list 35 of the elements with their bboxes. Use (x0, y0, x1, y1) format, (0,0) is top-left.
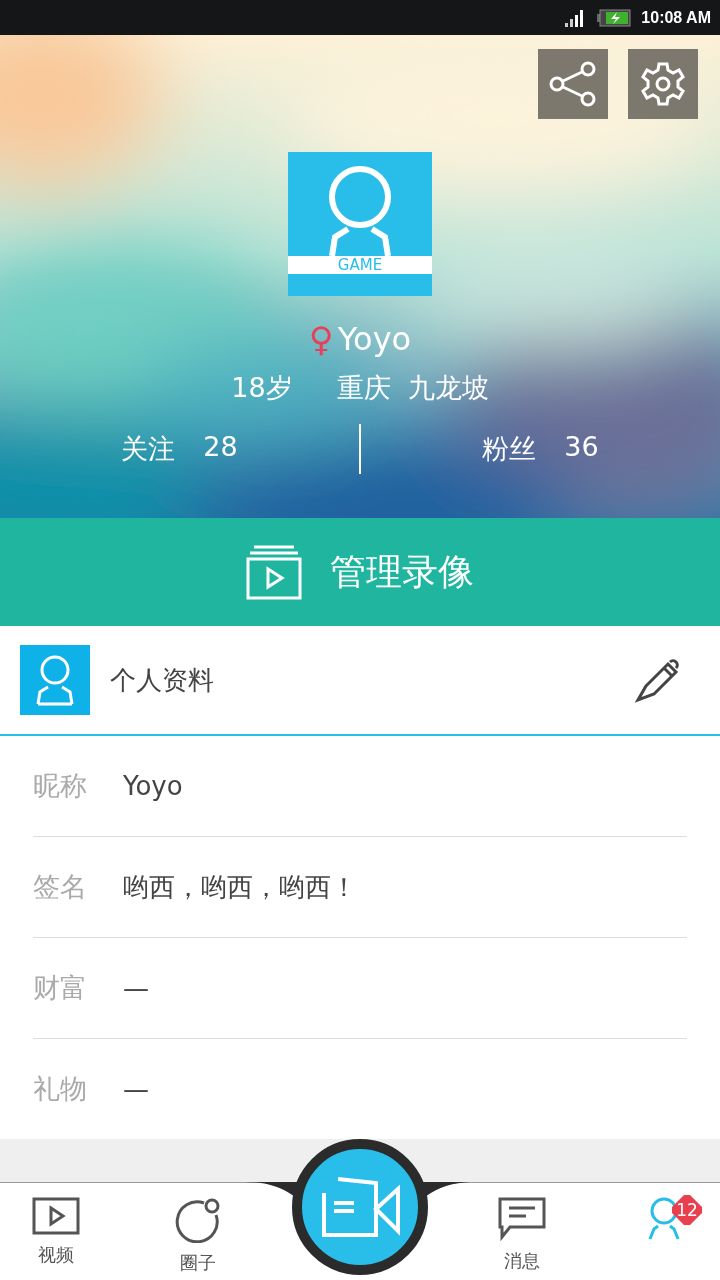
stat-label[interactable]: 关注 (121, 431, 176, 467)
age-text: 18岁 (231, 371, 293, 405)
battery-icon (597, 8, 632, 27)
field-value: Yoyo (123, 771, 183, 801)
user-name: Yoyo (337, 320, 412, 358)
location-text: 重庆 九龙坡 (336, 371, 489, 405)
profile-icon (20, 645, 90, 715)
circle-icon (174, 1197, 222, 1243)
stat-label[interactable]: 粉丝 (482, 431, 537, 467)
settings-button[interactable] (628, 49, 698, 119)
avatar-caption: GAME (288, 256, 432, 274)
field-value: — (123, 973, 149, 1003)
section-title: 个人资料 (110, 663, 215, 697)
nav-tab[interactable]: 消息 (436, 1183, 608, 1280)
nav-tab[interactable]: 圈子 (112, 1183, 284, 1280)
chat-icon (498, 1197, 546, 1241)
notification-badge: 12 (672, 1195, 702, 1225)
field-label: 签名 (33, 870, 88, 904)
female-sign: ♀ (308, 322, 334, 356)
field-label: 财富 (33, 971, 88, 1005)
nav-tab[interactable]: 12 (608, 1183, 720, 1280)
play-icon (32, 1197, 80, 1235)
clock-time: 10:08 AM (641, 8, 711, 27)
field-value: 哟西，哟西，哟西！ (123, 870, 357, 904)
share-button[interactable] (538, 49, 608, 119)
field-value: — (123, 1074, 149, 1104)
settings-icon (640, 61, 686, 107)
share-icon (549, 61, 597, 107)
stat-count: 36 (564, 431, 599, 464)
edit-icon[interactable] (634, 656, 682, 704)
video-list-icon (246, 544, 302, 600)
nav-tab[interactable]: 视频 (0, 1183, 112, 1280)
stat-count: 28 (203, 431, 238, 464)
field-label: 礼物 (33, 1072, 88, 1106)
field-label: 昵称 (33, 769, 88, 803)
